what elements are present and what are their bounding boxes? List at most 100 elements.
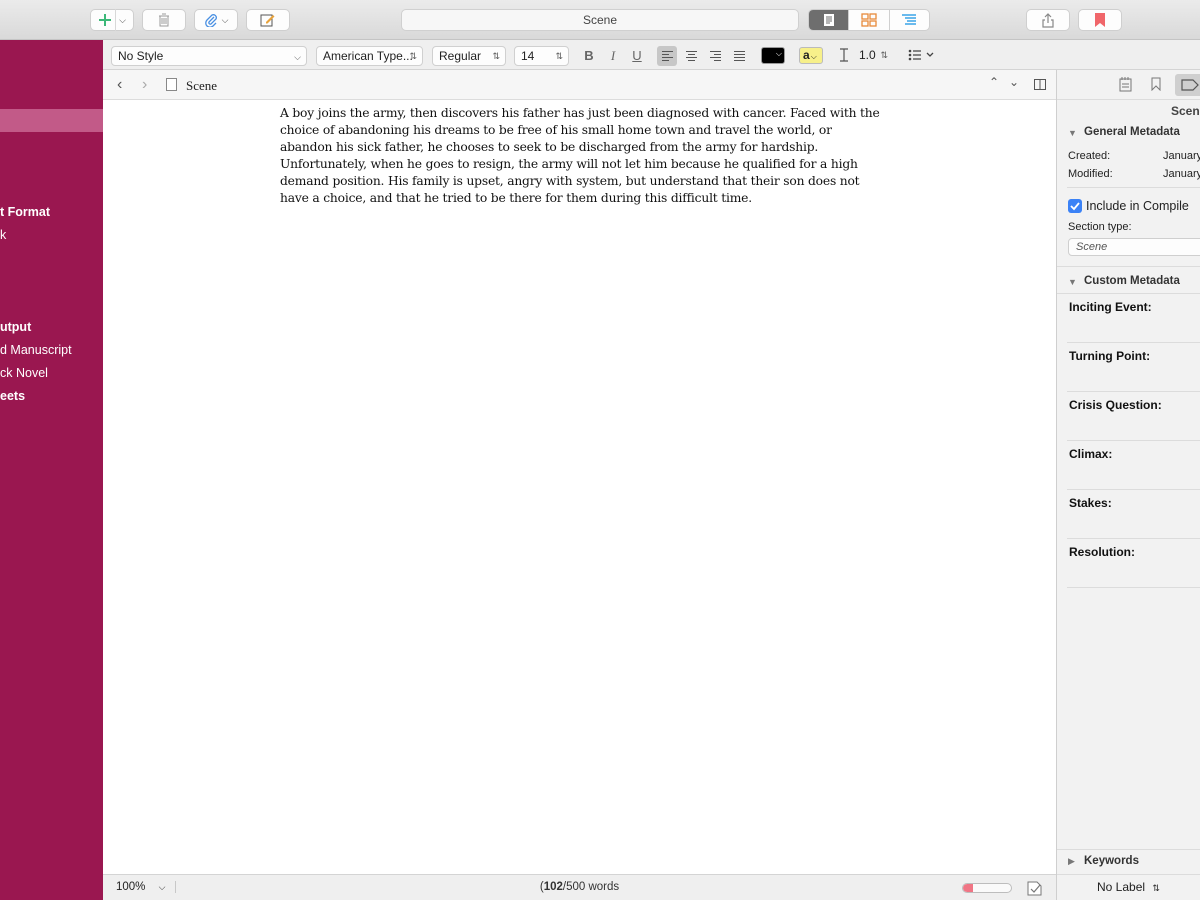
custom-field-label: Stakes: bbox=[1069, 496, 1112, 510]
chevron-down-icon: ⌵ bbox=[221, 14, 229, 25]
binder-item[interactable]: utput bbox=[0, 320, 31, 334]
word-count: (102/500 words bbox=[539, 881, 620, 893]
bookmark-icon bbox=[1095, 13, 1105, 27]
inspector-panel: Scene ▼ General Metadata Created: Januar… bbox=[1056, 70, 1200, 900]
justify-button[interactable] bbox=[729, 46, 749, 66]
binder-item[interactable]: d Manuscript bbox=[0, 343, 72, 357]
line-spacing-icon bbox=[838, 48, 850, 65]
binder-item[interactable]: eets bbox=[0, 389, 25, 403]
custom-field-input[interactable] bbox=[1067, 342, 1200, 343]
font-family-select[interactable]: American Type... ⇅ bbox=[316, 46, 423, 66]
scrivener-window: ⌵ ⌵ Scene t Format k utput d Manuscript … bbox=[0, 0, 1200, 900]
keywords-heading[interactable]: Keywords bbox=[1084, 855, 1139, 867]
bookmarks-icon[interactable] bbox=[1151, 77, 1161, 91]
chevron-down-icon: ⌵ bbox=[119, 14, 126, 25]
custom-field-label: Resolution: bbox=[1069, 545, 1135, 559]
disclosure-triangle-icon[interactable]: ▼ bbox=[1068, 277, 1077, 287]
general-metadata-heading[interactable]: General Metadata bbox=[1084, 126, 1180, 138]
custom-field-label: Inciting Event: bbox=[1069, 300, 1152, 314]
share-button[interactable] bbox=[1026, 9, 1070, 31]
include-in-compile-checkbox[interactable] bbox=[1068, 199, 1082, 213]
editor-text[interactable]: A boy joins the army, then discovers his… bbox=[280, 105, 880, 207]
disclosure-triangle-right-icon[interactable]: ▶ bbox=[1068, 856, 1075, 867]
attach-button[interactable]: ⌵ bbox=[194, 9, 238, 31]
binder-item[interactable]: ck Novel bbox=[0, 366, 48, 380]
trash-button[interactable] bbox=[142, 9, 186, 31]
list-bullets-button[interactable] bbox=[908, 48, 938, 65]
document-view-button[interactable] bbox=[809, 10, 850, 30]
add-button[interactable]: ⌵ bbox=[90, 9, 134, 31]
inspector-title: Scene bbox=[1171, 104, 1200, 118]
modified-value: January bbox=[1163, 168, 1200, 180]
document-view-icon bbox=[823, 14, 834, 26]
corkboard-view-button[interactable] bbox=[849, 10, 890, 30]
binder-item[interactable]: t Format bbox=[0, 205, 50, 219]
label-select[interactable]: No Label ⇅ bbox=[1097, 880, 1160, 894]
custom-metadata-heading[interactable]: Custom Metadata bbox=[1084, 275, 1180, 287]
disclosure-triangle-icon[interactable]: ▼ bbox=[1068, 128, 1077, 138]
paragraph-style-select[interactable]: No Style ⌵ bbox=[111, 46, 307, 66]
include-in-compile-label[interactable]: Include in Compile bbox=[1086, 199, 1189, 213]
updown-arrows-icon: ⇅ bbox=[492, 51, 500, 61]
font-weight-select[interactable]: Regular ⇅ bbox=[432, 46, 506, 66]
bookmark-button[interactable] bbox=[1078, 9, 1122, 31]
modified-label: Modified: bbox=[1068, 168, 1113, 180]
view-mode-control bbox=[808, 9, 930, 31]
align-right-button[interactable] bbox=[705, 46, 725, 66]
custom-field-input[interactable] bbox=[1067, 587, 1200, 588]
trash-icon bbox=[159, 13, 169, 27]
custom-field-input[interactable] bbox=[1067, 391, 1200, 392]
chevron-up-icon[interactable]: ⌃ bbox=[989, 75, 999, 89]
updown-arrows-icon: ⇅ bbox=[880, 50, 888, 60]
custom-field-input[interactable] bbox=[1067, 538, 1200, 539]
chevron-down-icon[interactable]: ⌄ bbox=[1009, 75, 1019, 89]
target-notes-icon[interactable] bbox=[1027, 881, 1043, 896]
created-value: January bbox=[1163, 150, 1200, 162]
binder-item[interactable]: k bbox=[0, 228, 6, 242]
updown-arrows-icon: ⇅ bbox=[1152, 883, 1160, 893]
toolbar: ⌵ ⌵ Scene bbox=[0, 0, 1200, 40]
notebook-icon[interactable] bbox=[1119, 77, 1132, 92]
text-editor[interactable]: A boy joins the army, then discovers his… bbox=[103, 100, 1056, 874]
section-type-label: Section type: bbox=[1068, 221, 1132, 233]
outline-icon bbox=[902, 14, 917, 25]
editor-footer: 100% ⌵ (102/500 words bbox=[103, 874, 1056, 900]
text-color-well[interactable]: ⌵ bbox=[761, 47, 785, 64]
align-left-button[interactable] bbox=[657, 46, 677, 66]
chevron-down-icon: ⌵ bbox=[810, 52, 817, 61]
custom-field-label: Climax: bbox=[1069, 447, 1113, 461]
compose-button[interactable] bbox=[246, 9, 290, 31]
compose-icon bbox=[260, 14, 275, 27]
line-spacing-select[interactable]: 1.0 ⇅ bbox=[853, 46, 893, 66]
plus-icon bbox=[99, 14, 112, 26]
custom-field-input[interactable] bbox=[1067, 440, 1200, 441]
checkmark-icon bbox=[1070, 202, 1080, 211]
list-bullets-icon bbox=[908, 49, 934, 61]
chevron-down-icon: ⌵ bbox=[294, 52, 301, 62]
bold-button[interactable]: B bbox=[579, 46, 599, 66]
metadata-tab[interactable] bbox=[1175, 74, 1200, 96]
word-target-progress bbox=[962, 883, 1012, 893]
share-icon bbox=[1042, 12, 1054, 28]
forward-arrow-icon[interactable]: › bbox=[142, 76, 147, 94]
outline-view-button[interactable] bbox=[890, 10, 929, 30]
chevron-down-icon: ⌵ bbox=[775, 49, 782, 58]
underline-button[interactable]: U bbox=[627, 46, 647, 66]
font-size-select[interactable]: 14 ⇅ bbox=[514, 46, 569, 66]
binder-sidebar: t Format k utput d Manuscript ck Novel e… bbox=[0, 40, 103, 900]
back-arrow-icon[interactable]: ‹ bbox=[117, 76, 122, 94]
custom-field-label: Turning Point: bbox=[1069, 349, 1151, 363]
section-type-select[interactable]: Scene bbox=[1068, 238, 1200, 256]
tag-icon bbox=[1181, 79, 1199, 91]
align-center-icon bbox=[685, 51, 697, 61]
align-center-button[interactable] bbox=[681, 46, 701, 66]
custom-field-input[interactable] bbox=[1067, 489, 1200, 490]
document-title[interactable]: Scene bbox=[186, 78, 217, 94]
split-editor-icon[interactable] bbox=[1034, 79, 1046, 90]
window-title: Scene bbox=[401, 9, 799, 31]
highlight-color-well[interactable]: a⌵ bbox=[799, 47, 823, 64]
created-label: Created: bbox=[1068, 150, 1111, 162]
italic-button[interactable]: I bbox=[603, 46, 623, 66]
binder-selection-highlight[interactable] bbox=[0, 109, 103, 132]
progress-fill bbox=[963, 884, 973, 892]
